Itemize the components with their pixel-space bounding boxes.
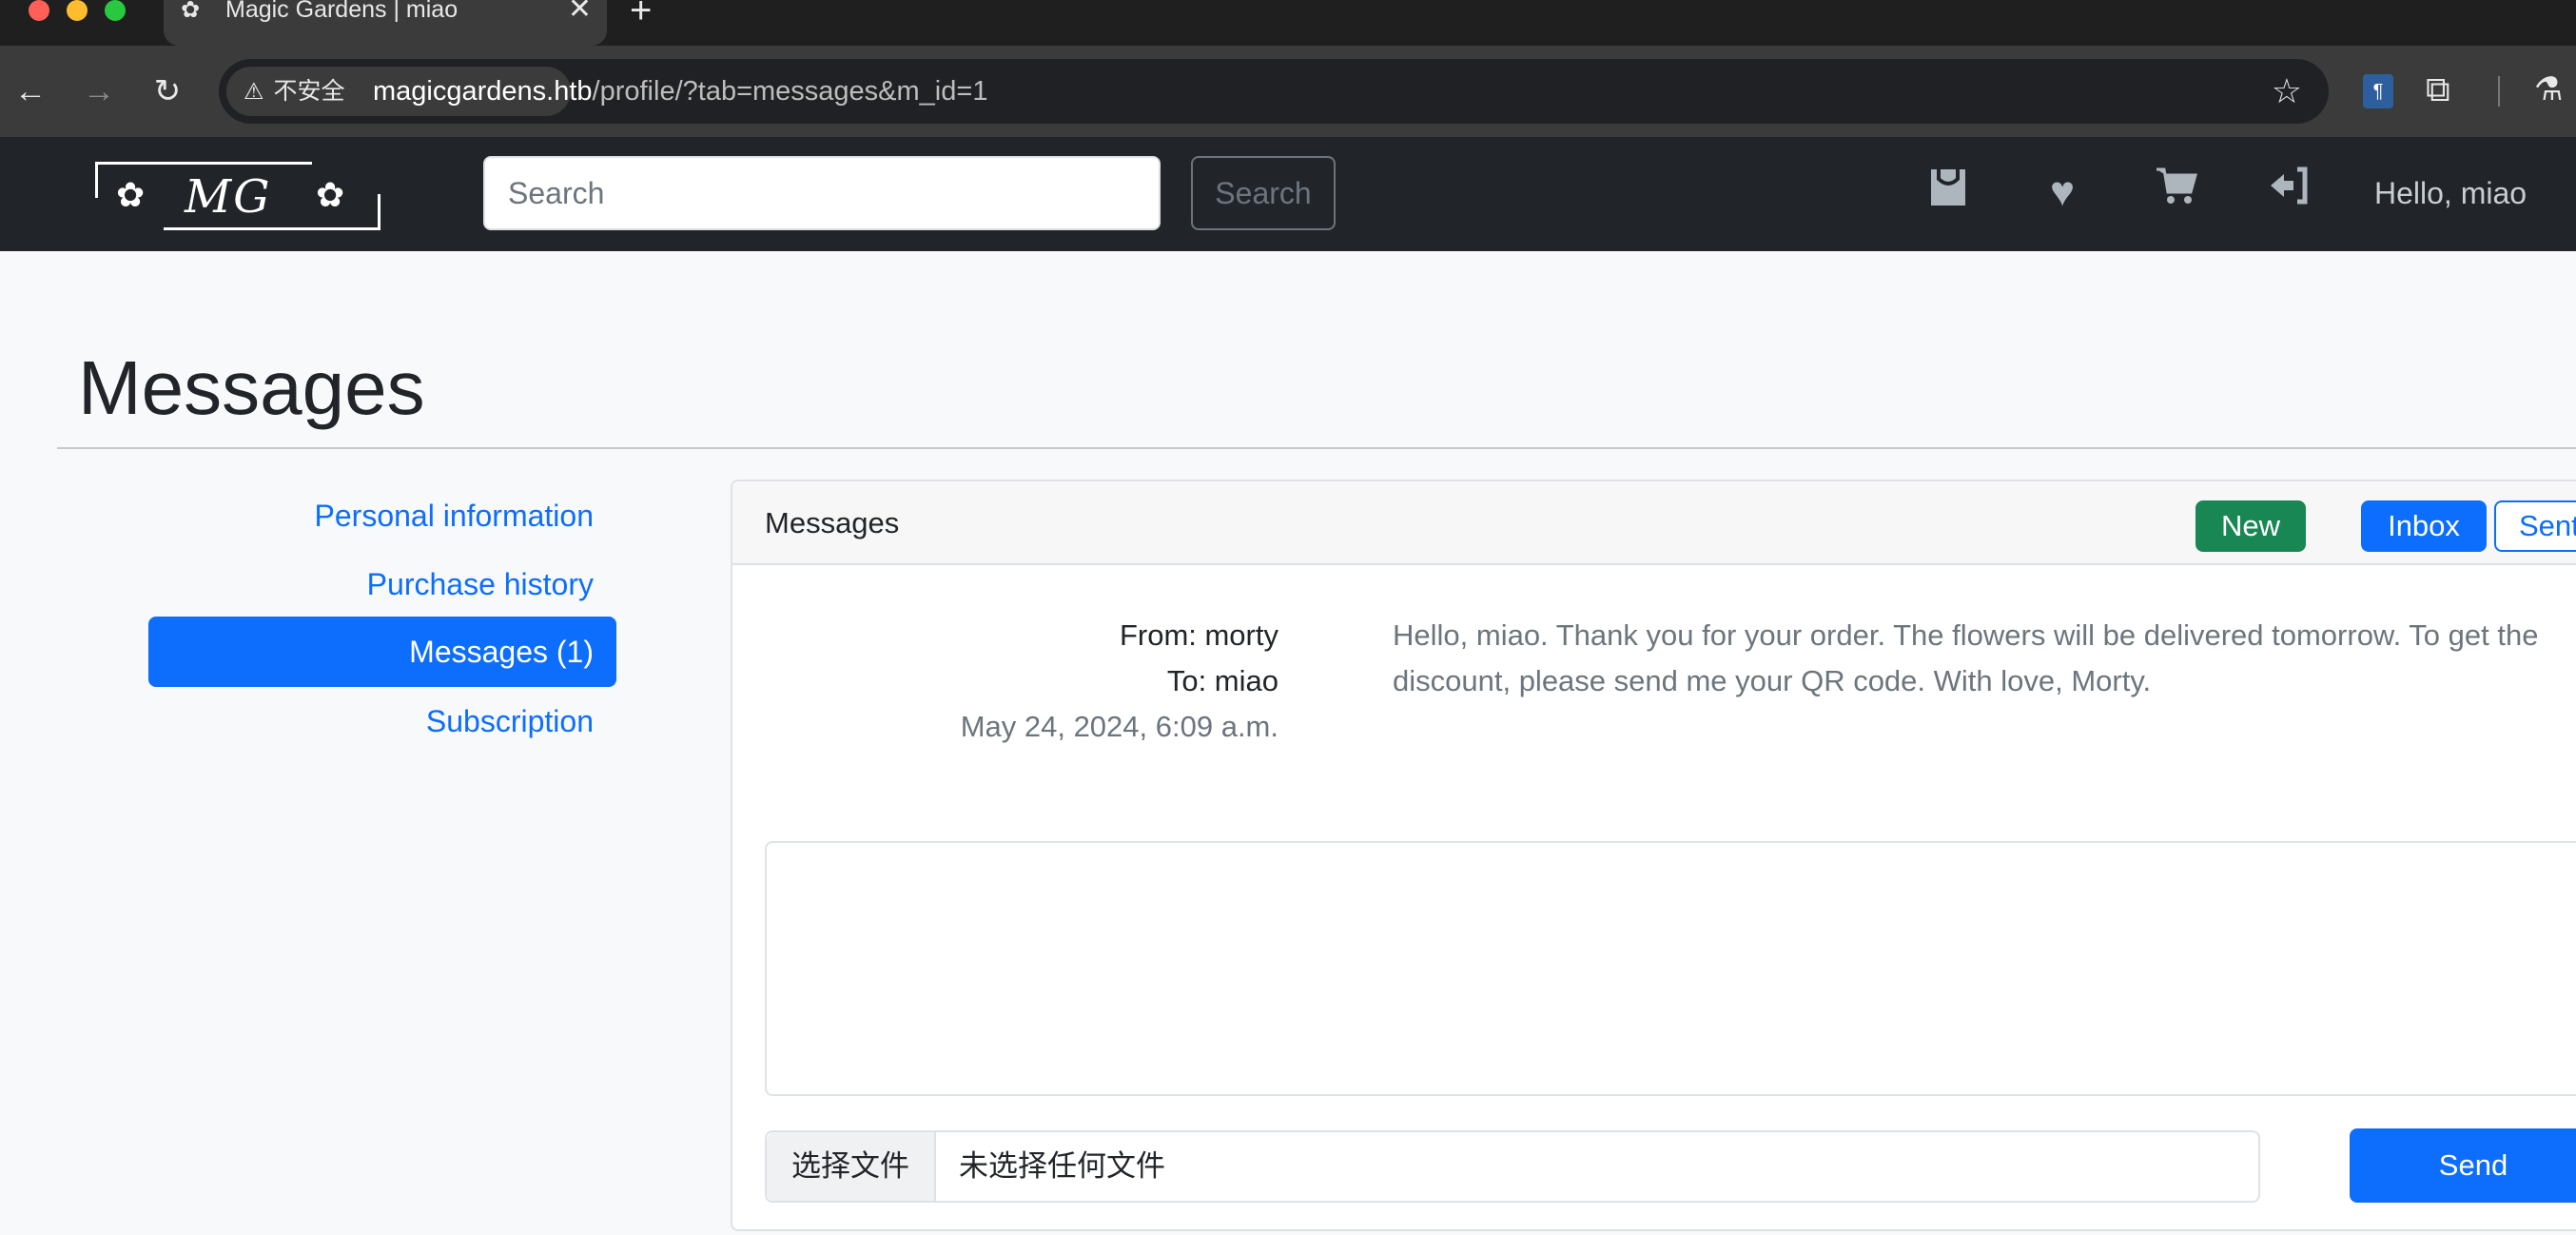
inbox-button[interactable]: Inbox — [2361, 500, 2487, 552]
lotus-favicon-icon: ✿ — [181, 0, 201, 23]
cart-icon[interactable] — [2150, 166, 2203, 219]
back-arrow-icon[interactable]: ← — [4, 65, 57, 118]
reply-textarea[interactable] — [765, 841, 2576, 1096]
close-window-button[interactable] — [29, 0, 49, 21]
sidebar-item-personal-information[interactable]: Personal information — [315, 495, 594, 537]
tab-title: Magic Gardens | miao — [225, 0, 459, 23]
browser-tab-bar: ✿ Magic Gardens | miao ✕ + — [0, 0, 2576, 46]
maximize-window-button[interactable] — [105, 0, 126, 21]
title-divider — [57, 447, 2576, 449]
sidebar-item-messages[interactable]: Messages (1) — [148, 617, 616, 687]
security-label: 不安全 — [273, 78, 345, 105]
message-to: To: miao — [1166, 664, 1278, 697]
tab-close-icon[interactable]: ✕ — [568, 0, 592, 24]
choose-file-button[interactable]: 选择文件 — [767, 1132, 936, 1201]
message-body: Hello, miao. Thank you for your order. T… — [1393, 613, 2576, 704]
messages-header-title: Messages — [765, 506, 900, 539]
forward-arrow-icon[interactable]: → — [72, 65, 126, 118]
minimize-window-button[interactable] — [67, 0, 88, 21]
file-upload-input[interactable]: 选择文件 未选择任何文件 — [765, 1130, 2260, 1203]
extensions-puzzle-icon[interactable]: ⧉ — [2426, 70, 2450, 108]
translate-extension-icon[interactable]: ¶ — [2363, 74, 2393, 108]
user-greeting[interactable]: Hello, miao — [2374, 171, 2527, 215]
message-body-line: discount, please send me your QR code. W… — [1393, 664, 2152, 697]
messages-card: Messages New Inbox Sent From: morty To: … — [731, 480, 2576, 1231]
url-host: magicgardens.htb — [373, 76, 593, 107]
logout-icon[interactable] — [2262, 166, 2315, 219]
shopping-bag-icon[interactable] — [1922, 166, 1975, 219]
bookmark-star-icon[interactable]: ☆ — [2272, 72, 2302, 110]
url-path: /profile/?tab=messages&m_id=1 — [592, 76, 988, 107]
address-bar[interactable]: ⚠ 不安全 magicgardens.htb/profile/?tab=messa… — [219, 59, 2329, 124]
warning-icon: ⚠ — [244, 79, 264, 105]
page-title: Messages — [78, 345, 425, 430]
lotus-icon: ✿ — [316, 175, 345, 214]
site-logo[interactable]: ✿ MG ✿ — [95, 162, 381, 230]
reload-icon[interactable]: ↻ — [141, 65, 194, 118]
message-from: From: morty — [1119, 618, 1278, 652]
messages-card-header: Messages New Inbox Sent — [732, 481, 2576, 565]
search-button[interactable]: Search — [1191, 156, 1336, 230]
toolbar-separator — [2498, 76, 2500, 107]
sent-button[interactable]: Sent — [2494, 500, 2576, 552]
search-input[interactable] — [483, 156, 1161, 230]
send-button[interactable]: Send — [2350, 1128, 2576, 1203]
new-message-button[interactable]: New — [2195, 500, 2306, 552]
site-navbar: ✿ MG ✿ Search ♥ Hello, miao — [0, 137, 2576, 251]
labs-flask-icon[interactable]: ⚗ — [2534, 70, 2563, 108]
sidebar-item-subscription[interactable]: Subscription — [426, 700, 594, 742]
message-date: May 24, 2024, 6:09 a.m. — [960, 710, 1278, 743]
logo-monogram: MG — [185, 170, 272, 224]
new-tab-button[interactable]: + — [630, 0, 652, 29]
sidebar-item-purchase-history[interactable]: Purchase history — [367, 563, 594, 605]
browser-tab[interactable]: ✿ Magic Gardens | miao ✕ — [164, 0, 607, 46]
browser-toolbar: ← → ↻ ⚠ 不安全 magicgardens.htb/profile/?tab… — [0, 46, 2576, 137]
file-status: 未选择任何文件 — [959, 1149, 1165, 1184]
message-body-line: Hello, miao. Thank you for your order. T… — [1393, 618, 2539, 652]
url-text[interactable]: magicgardens.htb/profile/?tab=messages&m… — [373, 59, 987, 124]
heart-icon[interactable]: ♥ — [2036, 166, 2089, 219]
lotus-icon: ✿ — [116, 175, 146, 214]
